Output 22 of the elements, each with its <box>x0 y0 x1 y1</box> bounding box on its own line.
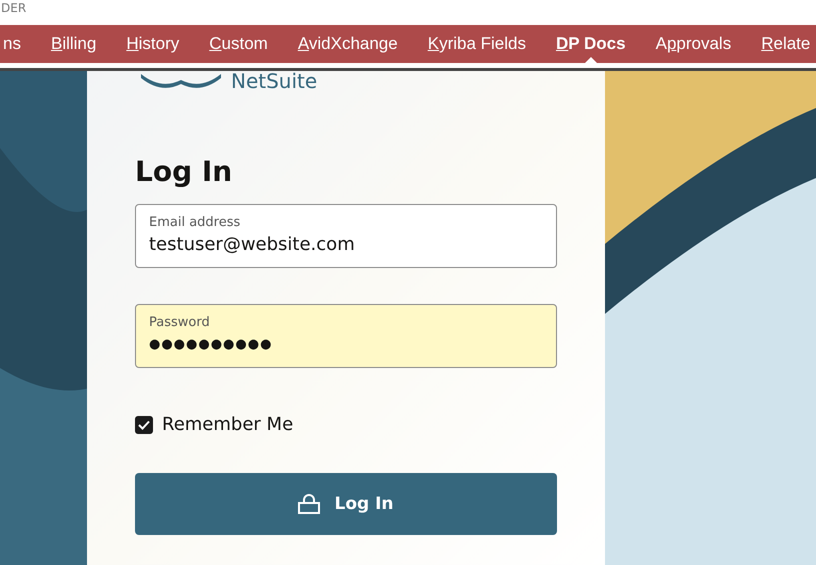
lock-icon <box>298 494 320 514</box>
nav-tab[interactable]: History <box>111 25 194 63</box>
password-field[interactable]: Password ●●●●●●●●●● <box>135 304 557 368</box>
nav-tab[interactable]: AvidXchange <box>282 25 413 63</box>
nav-tab[interactable]: DP Docs <box>540 25 641 63</box>
login-title: Log In <box>135 155 234 188</box>
checkbox[interactable] <box>135 416 153 434</box>
email-input[interactable]: testuser@website.com <box>149 232 543 256</box>
nav-tab[interactable]: ns <box>0 25 36 63</box>
nav-tab[interactable]: Custom <box>194 25 283 63</box>
logo-icon <box>141 74 221 88</box>
nav-tab[interactable]: Kyriba Fields <box>412 25 541 63</box>
nav-tab[interactable]: Approvals <box>640 25 746 63</box>
header-text: DER <box>1 1 26 15</box>
login-button[interactable]: Log In <box>135 473 557 535</box>
nav-tab[interactable]: Relate <box>746 25 816 63</box>
nav-tab[interactable]: Billing <box>36 25 112 63</box>
email-field[interactable]: Email address testuser@website.com <box>135 204 557 268</box>
checkmark-icon <box>138 420 150 430</box>
logo-text: NetSuite <box>231 71 318 91</box>
password-input[interactable]: ●●●●●●●●●● <box>149 332 543 356</box>
checkbox-label: Remember Me <box>162 414 294 435</box>
